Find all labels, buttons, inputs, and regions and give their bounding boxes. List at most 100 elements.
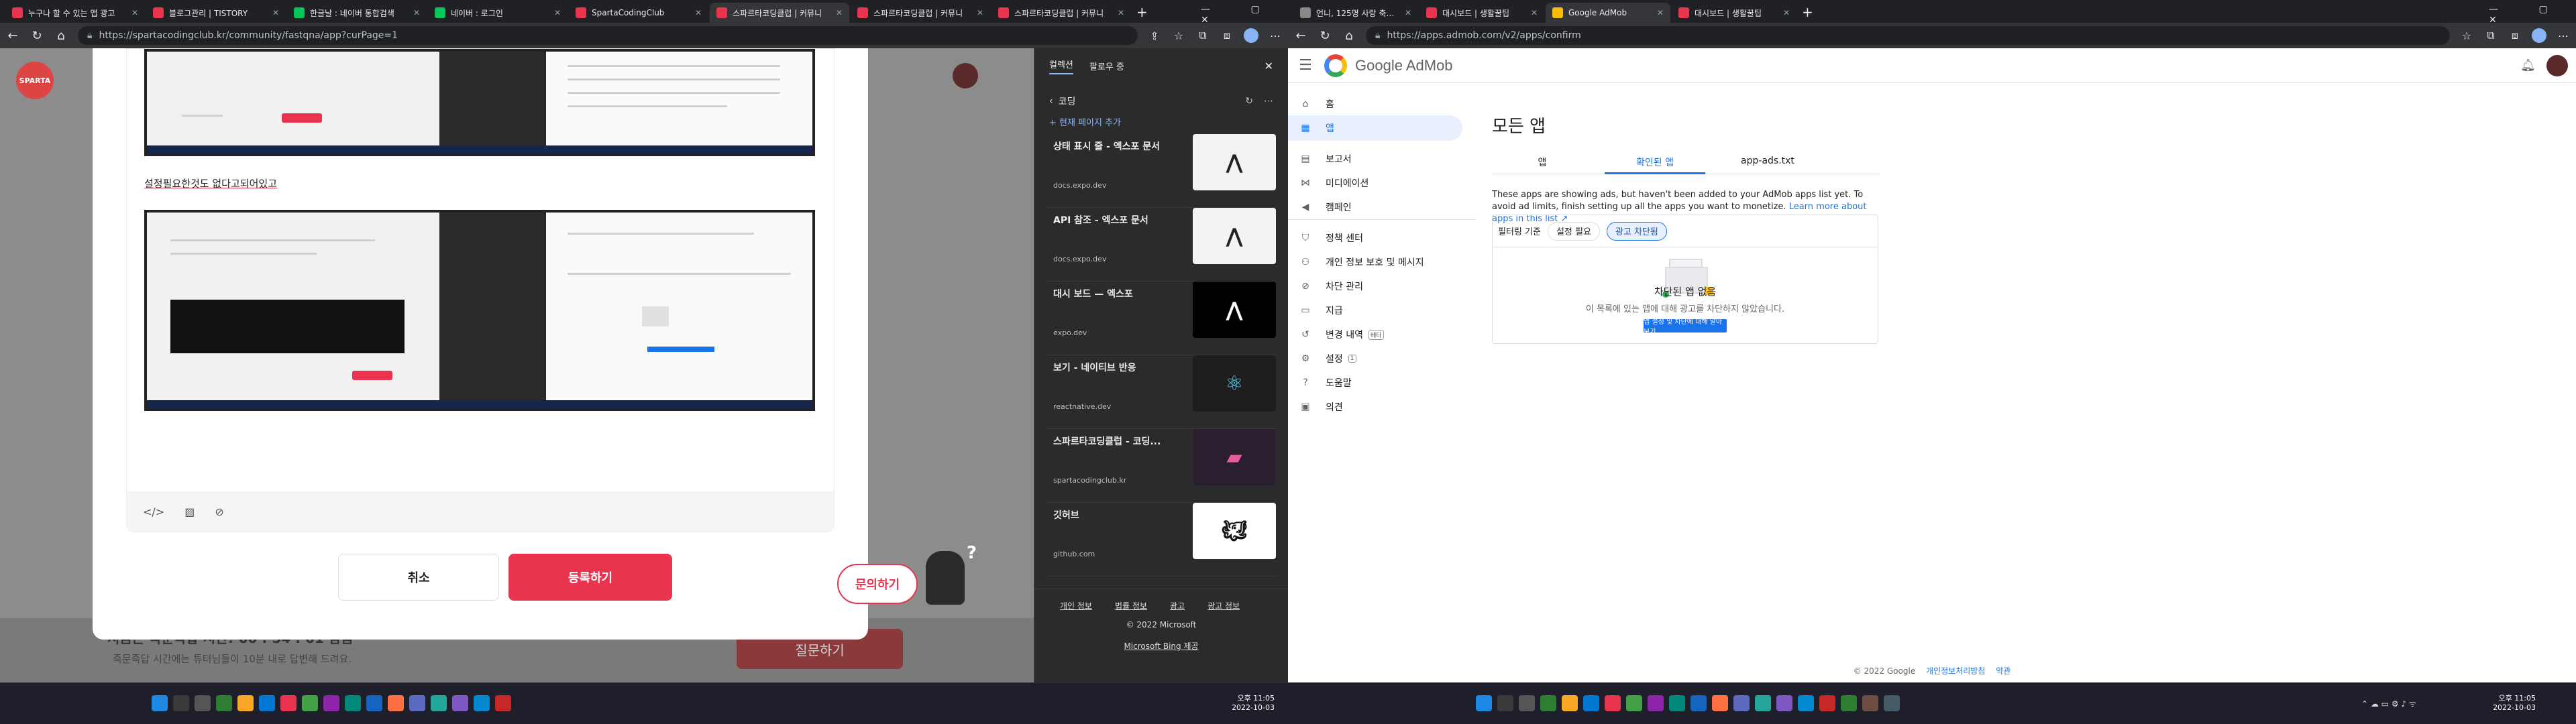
submit-button[interactable]: 등록하기 bbox=[508, 554, 672, 601]
add-current-page-button[interactable]: + 현재 페이지 추가 bbox=[1049, 115, 1121, 128]
footer-link[interactable]: 개인 정보 bbox=[1060, 600, 1092, 611]
privacy-link[interactable]: 개인정보처리방침 bbox=[1926, 666, 1985, 676]
sidebar-item[interactable]: ▦ 앱 bbox=[1288, 115, 1462, 141]
sidebar-item[interactable]: ▣ 의견 bbox=[1288, 394, 1476, 420]
taskbar-app-icon[interactable] bbox=[474, 695, 490, 711]
taskbar-app-icon[interactable] bbox=[366, 695, 382, 711]
taskbar-app-icon[interactable] bbox=[323, 695, 339, 711]
cancel-button[interactable]: 취소 bbox=[338, 554, 499, 601]
sync-icon[interactable]: ↻ bbox=[1245, 96, 1253, 107]
back-icon[interactable]: ← bbox=[1293, 29, 1308, 43]
taskbar-app-icon[interactable] bbox=[1476, 695, 1492, 711]
taskbar-app-icon[interactable] bbox=[1626, 695, 1642, 711]
browser-tab[interactable]: 누구나 할 수 있는 앱 광고 ✕ bbox=[5, 3, 145, 23]
browser-tab[interactable]: 스파르타코딩클럽 | 커뮤니 ✕ bbox=[851, 3, 990, 23]
tab-app-ads-txt[interactable]: app-ads.txt bbox=[1717, 156, 1818, 166]
close-tab-icon[interactable]: ✕ bbox=[554, 8, 561, 17]
star-icon[interactable]: ☆ bbox=[1171, 29, 1186, 42]
taskbar-app-icon[interactable] bbox=[173, 695, 189, 711]
chevron-left-icon[interactable]: ‹ bbox=[1049, 96, 1053, 107]
browser-tab[interactable]: 스파르타코딩클럽 | 커뮤니 ✕ bbox=[710, 3, 849, 23]
close-tab-icon[interactable]: ✕ bbox=[1657, 8, 1664, 17]
question-editor[interactable]: 설정필요한것도 없다고되어있고 </> ▨ ⊘ bbox=[126, 48, 835, 532]
taskbar-app-icon[interactable] bbox=[1798, 695, 1814, 711]
taskbar-app-icon[interactable] bbox=[1733, 695, 1750, 711]
more-icon[interactable]: ⋯ bbox=[1264, 96, 1273, 107]
home-icon[interactable]: ⌂ bbox=[54, 29, 68, 43]
taskbar-app-icon[interactable] bbox=[1712, 695, 1728, 711]
taskbar-app-icon[interactable] bbox=[280, 695, 297, 711]
collection-card[interactable]: 스파르타코딩클럽 - 코딩... spartacodingclub.kr ▰ bbox=[1046, 429, 1276, 503]
back-icon[interactable]: ← bbox=[5, 29, 20, 43]
address-bar[interactable]: 🔒︎ https://spartacodingclub.kr/community… bbox=[78, 26, 1138, 45]
collection-card[interactable]: API 참조 - 엑스포 문서 docs.expo.dev ⋀ bbox=[1046, 208, 1276, 282]
extensions-icon[interactable]: ⧉ bbox=[2483, 29, 2498, 42]
star-icon[interactable]: ☆ bbox=[2459, 29, 2474, 42]
admob-logo-icon[interactable] bbox=[1324, 54, 1347, 77]
taskbar-app-icon[interactable] bbox=[152, 695, 168, 711]
taskbar-app-icon[interactable] bbox=[302, 695, 318, 711]
taskbar-app-icon[interactable] bbox=[237, 695, 254, 711]
close-tab-icon[interactable]: ✕ bbox=[977, 8, 983, 17]
taskbar-app-icon[interactable] bbox=[195, 695, 211, 711]
more-icon[interactable]: ⋯ bbox=[2556, 29, 2571, 42]
new-tab-icon[interactable]: + bbox=[1136, 4, 1148, 20]
extensions-icon[interactable]: ⧉ bbox=[1195, 29, 1210, 42]
sparta-user-avatar[interactable] bbox=[953, 63, 978, 88]
code-icon[interactable]: </> bbox=[143, 505, 164, 518]
browser-tab[interactable]: 스파르타코딩클럽 | 커뮤니 ✕ bbox=[991, 3, 1131, 23]
collections-icon[interactable]: ⧈ bbox=[2508, 29, 2522, 42]
tab-verified-apps[interactable]: 확인된 앱 bbox=[1605, 156, 1705, 169]
taskbar-app-icon[interactable] bbox=[216, 695, 232, 711]
browser-tab[interactable]: 네이버 : 로그인 ✕ bbox=[428, 3, 568, 23]
tab-collections[interactable]: 컬렉션 bbox=[1049, 58, 1073, 74]
menu-icon[interactable]: ☰ bbox=[1299, 57, 1319, 74]
sidebar-item[interactable]: ▤ 보고서 bbox=[1288, 146, 1476, 172]
tray-icons[interactable]: ⌃ ☁ ▭ ⚙ ♪ ᯤ bbox=[2361, 698, 2416, 709]
taskbar-app-icon[interactable] bbox=[345, 695, 361, 711]
taskbar-app-icon[interactable] bbox=[1562, 695, 1578, 711]
taskbar-app-icon[interactable] bbox=[452, 695, 468, 711]
close-tab-icon[interactable]: ✕ bbox=[1405, 8, 1411, 17]
profile-avatar[interactable] bbox=[2532, 28, 2546, 43]
collections-icon[interactable]: ⧈ bbox=[1220, 29, 1234, 42]
taskbar-app-icon[interactable] bbox=[409, 695, 425, 711]
collection-card[interactable]: 상태 표시 줄 - 엑스포 문서 docs.expo.dev ⋀ bbox=[1046, 134, 1276, 208]
taskbar-app-icon[interactable] bbox=[1862, 695, 1878, 711]
sidebar-item[interactable]: ⚙ 설정 1 bbox=[1288, 346, 1476, 371]
tab-apps[interactable]: 앱 bbox=[1492, 156, 1593, 169]
footer-link[interactable]: 광고 정보 bbox=[1208, 600, 1240, 611]
image-icon[interactable]: ▨ bbox=[184, 505, 195, 518]
taskbar-app-icon[interactable] bbox=[1690, 695, 1707, 711]
close-tab-icon[interactable]: ✕ bbox=[695, 8, 702, 17]
taskbar-app-icon[interactable] bbox=[1648, 695, 1664, 711]
close-tab-icon[interactable]: ✕ bbox=[131, 8, 138, 17]
reload-icon[interactable]: ↻ bbox=[1318, 29, 1332, 43]
close-tab-icon[interactable]: ✕ bbox=[413, 8, 420, 17]
sidebar-item[interactable]: ? 도움말 bbox=[1288, 370, 1476, 396]
sidebar-item[interactable]: ⋈ 미디에이션 bbox=[1288, 170, 1476, 196]
sidebar-item[interactable]: ⛉ 정책 센터 bbox=[1288, 225, 1476, 251]
close-tab-icon[interactable]: ✕ bbox=[1118, 8, 1124, 17]
taskbar-app-icon[interactable] bbox=[1605, 695, 1621, 711]
browser-tab[interactable]: 블로그관리 | TISTORY ✕ bbox=[146, 3, 286, 23]
taskbar-app-icon[interactable] bbox=[431, 695, 447, 711]
taskbar-app-icon[interactable] bbox=[1669, 695, 1685, 711]
new-tab-icon[interactable]: + bbox=[1802, 4, 1813, 20]
address-bar[interactable]: 🔒︎ https://apps.admob.com/v2/apps/confir… bbox=[1366, 26, 2450, 45]
bell-icon[interactable]: 🔔︎ bbox=[2520, 58, 2536, 72]
taskbar-app-icon[interactable] bbox=[1755, 695, 1771, 711]
browser-tab[interactable]: SpartaCodingClub ✕ bbox=[569, 3, 708, 23]
taskbar-app-icon[interactable] bbox=[1583, 695, 1599, 711]
taskbar-app-icon[interactable] bbox=[259, 695, 275, 711]
close-tab-icon[interactable]: ✕ bbox=[1531, 8, 1538, 17]
browser-tab[interactable]: 언니, 125명 사랑 축구장 참사 조 ✕ bbox=[1293, 3, 1418, 23]
learn-blocking-button[interactable]: 앱 설정 및 차단에 대해 알아보기 bbox=[1644, 318, 1727, 336]
taskbar-app-icon[interactable] bbox=[1819, 695, 1835, 711]
browser-tab[interactable]: Google AdMob ✕ bbox=[1546, 3, 1670, 23]
taskbar-app-icon[interactable] bbox=[1497, 695, 1513, 711]
more-icon[interactable]: ⋯ bbox=[1268, 29, 1283, 42]
collection-card[interactable]: 보기 - 네이티브 반응 reactnative.dev ⚛ bbox=[1046, 355, 1276, 429]
home-icon[interactable]: ⌂ bbox=[1342, 29, 1356, 43]
terms-link[interactable]: 약관 bbox=[1996, 666, 2010, 676]
